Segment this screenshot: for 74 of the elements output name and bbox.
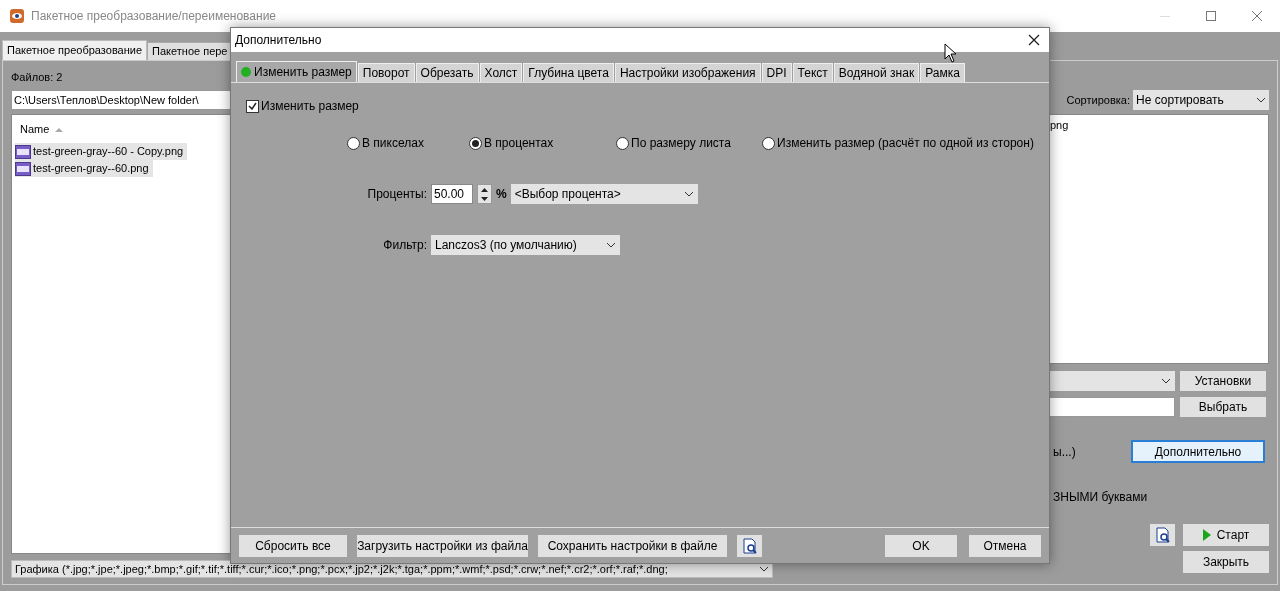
chevron-down-icon: [1256, 97, 1266, 103]
play-icon: [1202, 529, 1211, 541]
tab[interactable]: Пакетное пере: [147, 42, 233, 60]
chevron-down-icon: [759, 566, 769, 572]
tab[interactable]: Пакетное преобразование: [2, 40, 148, 60]
column-header[interactable]: Name: [20, 120, 50, 138]
close-icon: [1252, 11, 1262, 21]
tab[interactable]: Поворот: [357, 63, 415, 82]
settings-button[interactable]: Установки: [1180, 371, 1266, 391]
png-file-icon: [15, 161, 31, 176]
arrow-up-icon: [481, 187, 488, 192]
radio-button[interactable]: [616, 136, 629, 150]
radio-label: Изменить размер (расчёт по одной из сторон): [777, 135, 1034, 152]
preview-button[interactable]: [1150, 524, 1175, 546]
radio-label: В процентах: [484, 135, 554, 152]
tab[interactable]: Рамка: [920, 63, 965, 82]
checkbox-label: Изменить размер: [261, 98, 359, 115]
advanced-button[interactable]: Дополнительно: [1131, 440, 1265, 463]
chevron-down-icon: [1161, 378, 1171, 384]
dialog-button[interactable]: Сбросить все: [239, 534, 347, 557]
window-title: Пакетное преобразование/переименование: [31, 8, 277, 25]
radio-label: В пикселах: [362, 135, 424, 152]
list-item[interactable]: png: [1050, 119, 1069, 131]
tab[interactable]: Холст: [479, 63, 523, 82]
checkmark-icon: [248, 102, 257, 110]
close-window-button[interactable]: Закрыть: [1183, 551, 1269, 573]
field-label: Фильтр:: [382, 237, 427, 254]
field-label: Проценты:: [366, 186, 427, 203]
close-icon: [1028, 34, 1040, 46]
percent-field[interactable]: 50.00: [431, 184, 473, 204]
chevron-down-icon: [683, 191, 694, 197]
filter-dropdown[interactable]: Lanczos3 (по умолчанию): [431, 235, 620, 255]
file-item[interactable]: test-green-gray--60.png: [15, 160, 153, 177]
tab[interactable]: Глубина цвета: [523, 63, 614, 82]
spinner[interactable]: [477, 184, 492, 204]
chevron-down-icon: [606, 242, 616, 248]
path-field[interactable]: C:\Users\Теплов\Desktop\New folder\: [11, 90, 233, 110]
status-dot-icon: [241, 67, 251, 77]
tab[interactable]: Водяной знак: [833, 63, 920, 82]
dialog-button[interactable]: Сохранить настройки в файле: [538, 534, 727, 557]
png-file-icon: [15, 144, 31, 159]
percent-sign: %: [496, 186, 507, 203]
preview-icon: [1154, 527, 1171, 543]
tab[interactable]: Обрезать: [415, 63, 479, 82]
radio-button[interactable]: [762, 136, 775, 150]
maximize-icon: [1206, 11, 1216, 21]
checkbox[interactable]: [246, 99, 259, 113]
file-count: Файлов: 2: [11, 70, 64, 85]
arrow-down-icon: [481, 196, 488, 201]
preview-button[interactable]: [737, 534, 762, 557]
tab[interactable]: Изменить размер: [236, 61, 357, 82]
dialog-button[interactable]: OK: [885, 534, 957, 557]
app-logo-icon: [9, 8, 25, 24]
sort-dropdown[interactable]: Не сортировать: [1133, 90, 1269, 110]
radio-button[interactable]: [469, 136, 482, 150]
sort-label: Сортировка:: [1066, 92, 1130, 108]
file-item[interactable]: test-green-gray--60 - Copy.png: [15, 143, 188, 160]
preview-icon: [741, 537, 758, 554]
minimize-icon: [1160, 15, 1170, 17]
tab[interactable]: Текст: [792, 63, 833, 82]
tab[interactable]: DPI: [761, 63, 792, 82]
radio-label: По размеру листа: [631, 135, 731, 152]
sort-ascending-icon: [55, 126, 64, 132]
start-button[interactable]: Старт: [1183, 524, 1269, 546]
tab[interactable]: Настройки изображения: [614, 63, 761, 82]
browse-button[interactable]: Выбрать: [1180, 397, 1266, 417]
file-list[interactable]: Name test-green-gray--60 - Copy.png test-green-gray--60.png: [11, 114, 233, 554]
dialog-button[interactable]: Отмена: [969, 534, 1041, 557]
percent-dropdown[interactable]: <Выбор процента>: [510, 184, 698, 204]
option-text: ы...): [1052, 443, 1077, 461]
radio-button[interactable]: [347, 136, 360, 150]
option-text: ЗНЫМИ буквами: [1053, 489, 1149, 506]
dialog-title: Дополнительно: [235, 32, 322, 49]
dialog-button[interactable]: Загрузить настройки из файла: [357, 534, 528, 557]
